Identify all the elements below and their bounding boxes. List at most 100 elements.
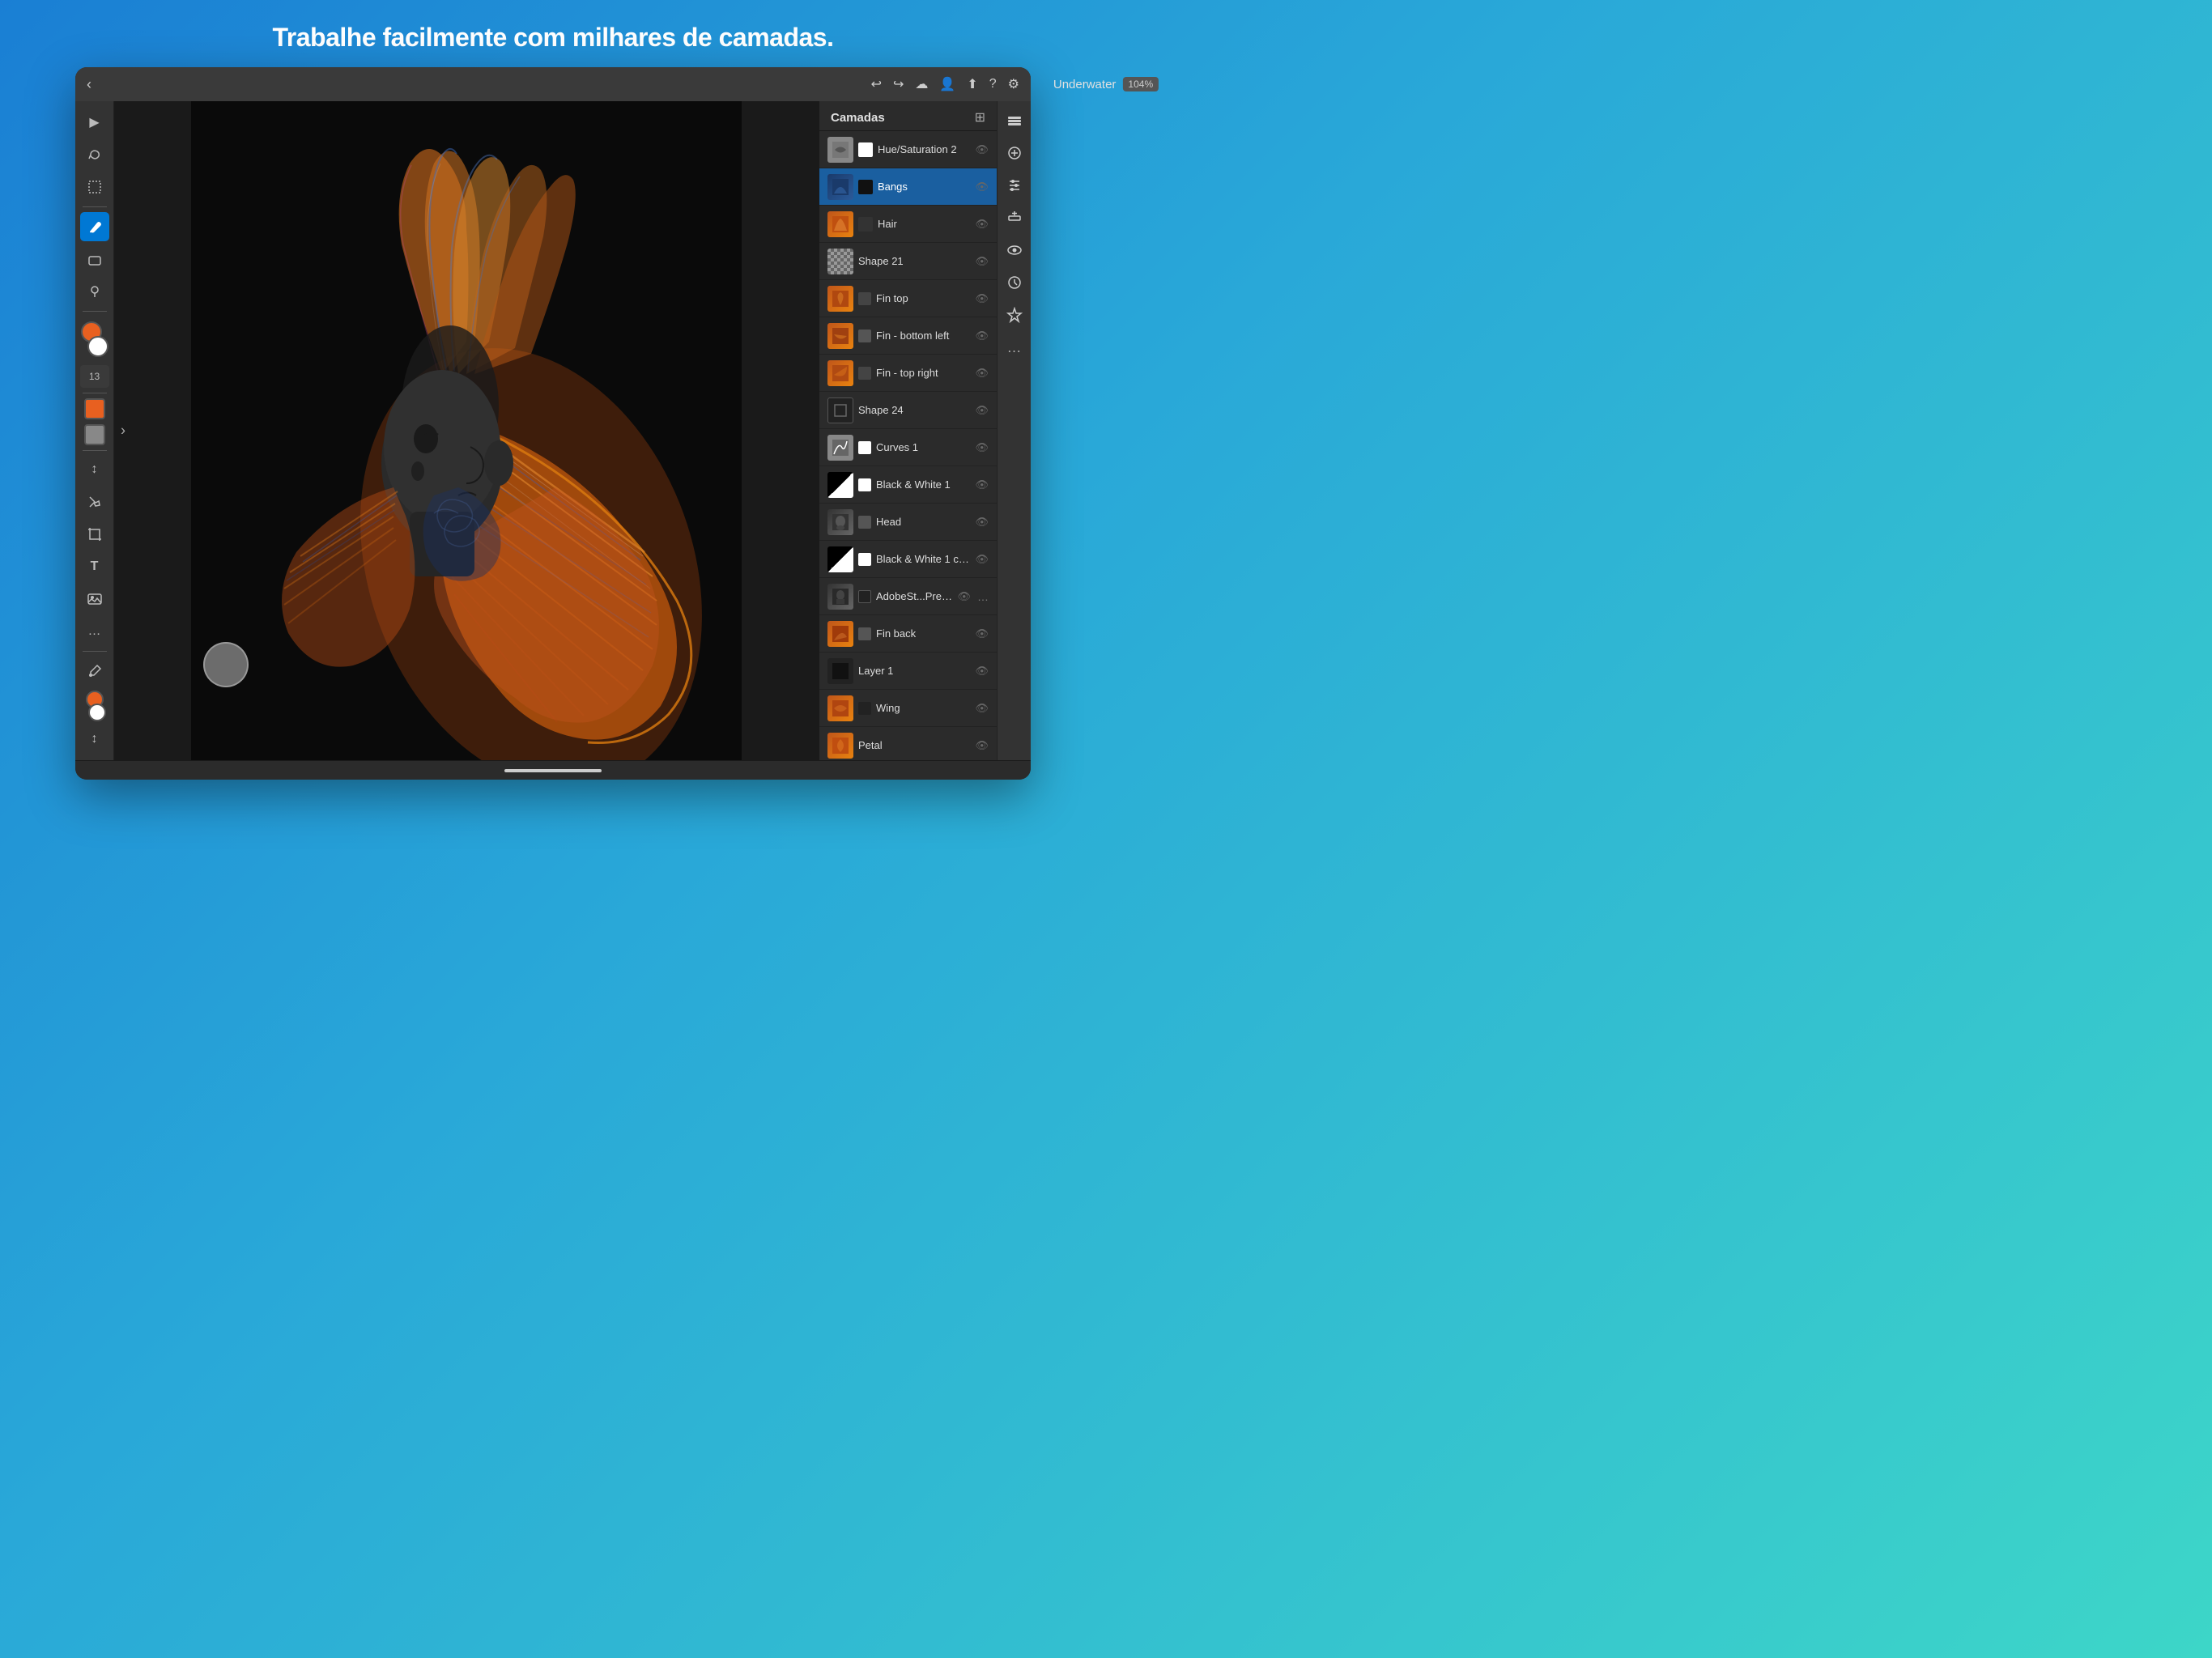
bottom-bg-color[interactable] <box>88 704 106 721</box>
layers-panel-icon[interactable]: ⊞ <box>975 109 985 125</box>
layer-mask-fin-back <box>858 627 871 640</box>
text-tool[interactable]: T <box>80 552 109 581</box>
transform-tool[interactable]: ↕ <box>80 725 109 754</box>
layer-hair[interactable]: Hair 👁 <box>819 206 997 243</box>
layer-mask-fin-top <box>858 292 871 305</box>
history-icon[interactable] <box>1002 270 1027 295</box>
layer-thumb-fin-back <box>827 621 853 647</box>
layer-1[interactable]: Layer 1 👁 <box>819 653 997 690</box>
marquee-tool[interactable] <box>80 172 109 202</box>
layer-name-adobe-1: AdobeSt...Preview-1 <box>876 590 952 602</box>
layer-vis-shape-21[interactable]: 👁 <box>975 255 989 268</box>
layer-vis-bw-1[interactable]: 👁 <box>975 478 989 491</box>
layer-shape-24[interactable]: Shape 24 👁 <box>819 392 997 429</box>
layer-fin-bottom-left[interactable]: Fin - bottom left 👁 <box>819 317 997 355</box>
layer-bangs[interactable]: Bangs 👁 <box>819 168 997 206</box>
effects-icon[interactable] <box>1002 302 1027 328</box>
layer-vis-hue-sat-2[interactable]: 👁 <box>975 143 989 156</box>
fill-tool[interactable] <box>80 487 109 517</box>
brush-size[interactable]: 13 <box>80 365 109 388</box>
layer-thumb-fin-top <box>827 286 853 312</box>
layer-mask-fin-tr <box>858 367 871 380</box>
share-icon[interactable]: ⬆ <box>967 76 977 92</box>
help-icon[interactable]: ? <box>989 77 997 91</box>
layer-thumb-bw-1 <box>827 472 853 498</box>
layer-vis-fin-top[interactable]: 👁 <box>975 292 989 305</box>
layer-more-adobe-1[interactable]: … <box>977 590 989 603</box>
eye-icon[interactable] <box>1002 237 1027 263</box>
layer-fin-top-right[interactable]: Fin - top right 👁 <box>819 355 997 392</box>
layers-list[interactable]: Hue/Saturation 2 👁 Bangs 👁 <box>819 131 997 760</box>
canvas-area[interactable]: › <box>114 101 819 760</box>
opacity-swatch[interactable] <box>84 424 105 445</box>
page-title: Trabalhe facilmente com milhares de cama… <box>273 23 834 53</box>
artwork-canvas <box>191 101 742 760</box>
app-window: ‹ Underwater 104% ↩ ↪ ☁ 👤 ⬆ ? ⚙ ▶ <box>75 67 1031 780</box>
layer-vis-bangs[interactable]: 👁 <box>975 181 989 193</box>
layer-fin-back[interactable]: Fin back 👁 <box>819 615 997 653</box>
background-color-swatch[interactable] <box>87 336 108 357</box>
add-layer-icon[interactable] <box>1002 205 1027 231</box>
layer-vis-fin-tr[interactable]: 👁 <box>975 367 989 380</box>
layer-adobe-preview-1[interactable]: AdobeSt...Preview-1 👁 … <box>819 578 997 615</box>
layer-vis-wing[interactable]: 👁 <box>975 702 989 715</box>
crop-tool[interactable] <box>80 520 109 549</box>
layers-icon[interactable] <box>1002 108 1027 134</box>
layer-name-curves: Curves 1 <box>876 441 970 453</box>
toolbar-divider-4 <box>83 450 107 451</box>
layer-vis-head[interactable]: 👁 <box>975 516 989 529</box>
image-tool[interactable] <box>80 585 109 614</box>
layer-name-petal: Petal <box>858 739 970 751</box>
layer-thumb-layer-1 <box>827 658 853 684</box>
layer-name-wing: Wing <box>876 702 970 714</box>
redo-icon[interactable]: ↪ <box>893 76 904 92</box>
layer-head[interactable]: Head 👁 <box>819 504 997 541</box>
layer-hue-saturation-2[interactable]: Hue/Saturation 2 👁 <box>819 131 997 168</box>
scroll-left-indicator: › <box>121 423 125 440</box>
float-handle[interactable] <box>203 642 249 687</box>
layer-vis-hair[interactable]: 👁 <box>975 218 989 231</box>
layer-bw-1[interactable]: Black & White 1 👁 <box>819 466 997 504</box>
brush-tool[interactable] <box>80 212 109 241</box>
layer-thumb-petal <box>827 733 853 759</box>
more-tools[interactable]: … <box>80 617 109 646</box>
adjustments-icon[interactable] <box>1002 172 1027 198</box>
layer-vis-fin-bl[interactable]: 👁 <box>975 329 989 342</box>
layers-panel-header: Camadas ⊞ <box>819 101 997 131</box>
lasso-tool[interactable] <box>80 140 109 169</box>
select-tool[interactable]: ▶ <box>80 108 109 137</box>
layer-mask-bw-copy <box>858 553 871 566</box>
user-icon[interactable]: 👤 <box>939 76 955 92</box>
layer-shape-21[interactable]: Shape 21 👁 <box>819 243 997 280</box>
smudge-tool[interactable]: ↕ <box>80 456 109 485</box>
layer-name-bangs: Bangs <box>878 181 970 193</box>
eraser-tool[interactable] <box>80 244 109 274</box>
toolbar-divider-2 <box>83 311 107 312</box>
back-button[interactable]: ‹ <box>87 76 91 93</box>
layer-mask-bw-1 <box>858 478 871 491</box>
properties-icon[interactable] <box>1002 140 1027 166</box>
settings-icon[interactable]: ⚙ <box>1008 76 1019 92</box>
clone-tool[interactable] <box>80 277 109 306</box>
layer-vis-shape-24[interactable]: 👁 <box>975 404 989 417</box>
fill-color-swatch[interactable] <box>84 398 105 419</box>
layer-petal[interactable]: Petal 👁 <box>819 727 997 760</box>
layer-vis-curves[interactable]: 👁 <box>975 441 989 454</box>
layer-vis-fin-back[interactable]: 👁 <box>975 627 989 640</box>
layer-thumb-shape-24 <box>827 397 853 423</box>
undo-icon[interactable]: ↩ <box>871 76 882 92</box>
layer-vis-adobe-1[interactable]: 👁 <box>957 590 971 603</box>
layer-name-shape-24: Shape 24 <box>858 404 970 416</box>
layer-curves-1[interactable]: Curves 1 👁 <box>819 429 997 466</box>
cloud-icon[interactable]: ☁ <box>915 76 928 92</box>
layer-vis-petal[interactable]: 👁 <box>975 739 989 752</box>
layer-thumb-head <box>827 509 853 535</box>
layer-vis-layer-1[interactable]: 👁 <box>975 665 989 678</box>
layer-fin-top[interactable]: Fin top 👁 <box>819 280 997 317</box>
more-icon-right[interactable]: … <box>1002 334 1027 360</box>
eyedropper-tool[interactable] <box>80 657 109 686</box>
layer-wing[interactable]: Wing 👁 <box>819 690 997 727</box>
layer-vis-bw-copy[interactable]: 👁 <box>975 553 989 566</box>
layer-thumb-hair <box>827 211 853 237</box>
layer-bw-1-copy[interactable]: Black & White 1 copy 👁 <box>819 541 997 578</box>
